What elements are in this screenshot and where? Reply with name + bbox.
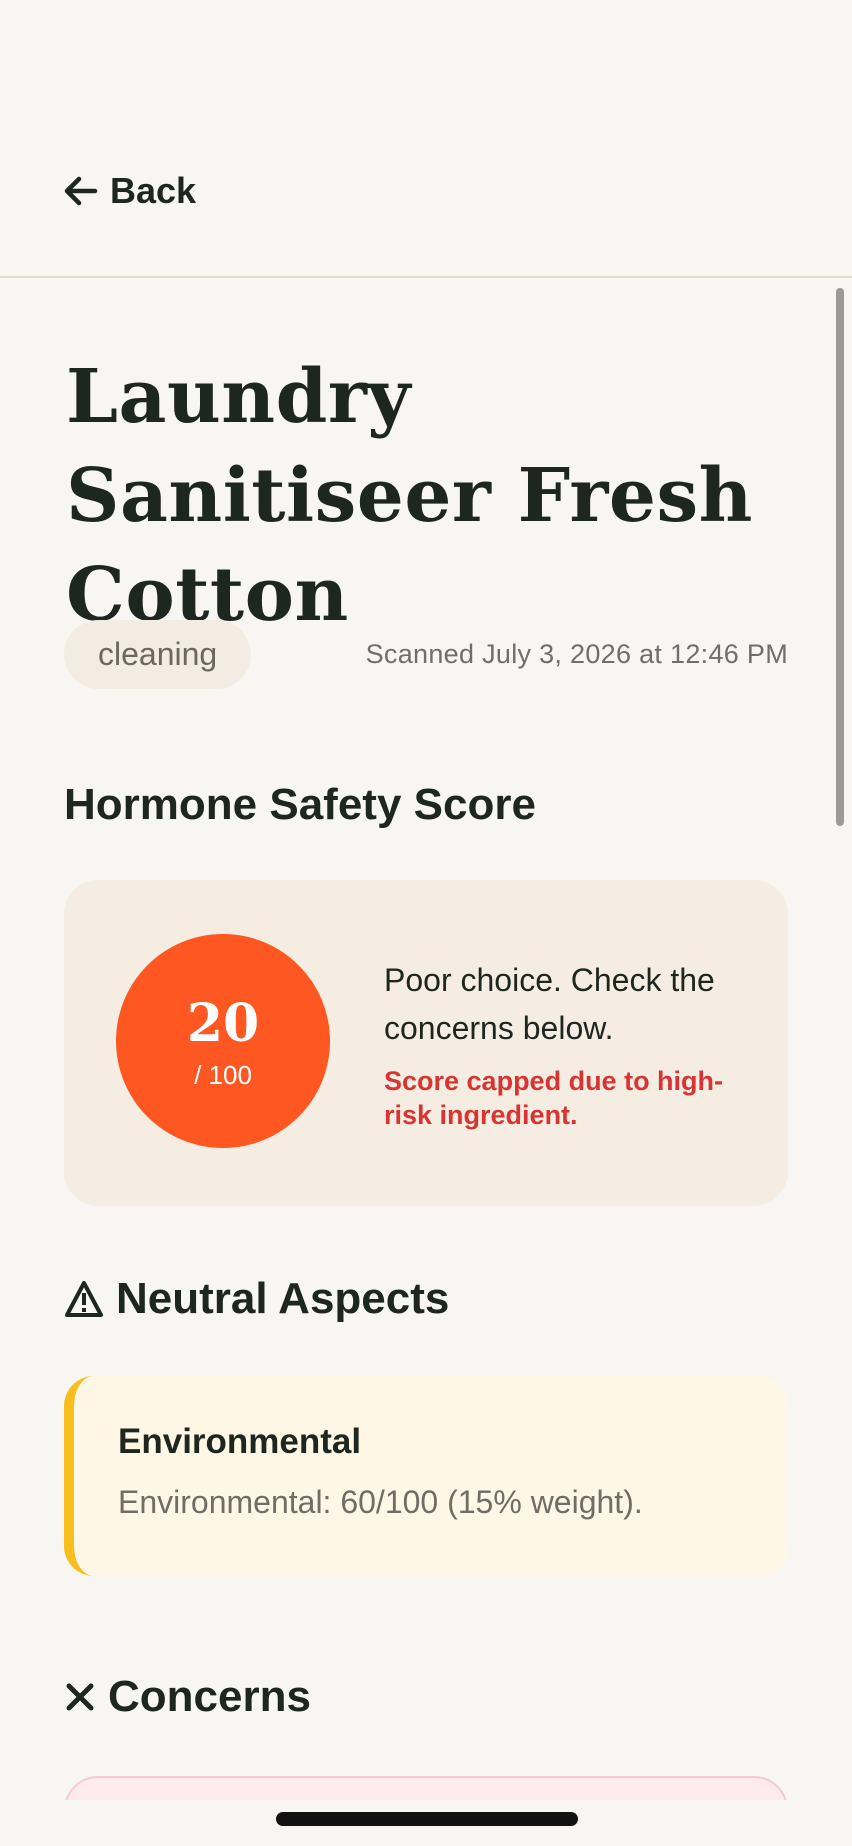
scroll-content[interactable]: Laundry Sanitiseer Fresh Cotton cleaning… [0,280,852,1800]
score-value: 20 [186,993,260,1054]
top-bar: Back [0,0,852,278]
score-heading: Hormone Safety Score [64,780,536,830]
neutral-aspects-label: Neutral Aspects [116,1274,450,1323]
aspect-description: Environmental: 60/100 (15% weight). [118,1484,643,1520]
score-max: / 100 [194,1060,252,1090]
category-badge: cleaning [64,620,252,689]
concerns-heading: Concerns [64,1672,311,1722]
back-label: Back [110,170,197,211]
aspect-title: Environmental [118,1422,362,1461]
scrollbar[interactable] [836,288,844,826]
home-indicator[interactable] [276,1812,578,1826]
neutral-aspects-heading: Neutral Aspects [64,1274,449,1324]
arrow-left-icon [64,176,98,206]
score-circle: 20 / 100 [116,934,330,1148]
concerns-label: Concerns [108,1672,311,1721]
score-warning: Score capped due to high-risk ingredient… [384,1066,724,1130]
back-button[interactable]: Back [64,170,196,212]
product-meta: cleaning Scanned July 3, 2026 at 12:46 P… [64,620,788,689]
x-icon [66,1683,94,1711]
concern-card [64,1776,788,1800]
score-summary: Poor choice. Check the concerns below. S… [384,956,764,1132]
score-message: Poor choice. Check the concerns below. [384,962,715,1046]
scan-timestamp: Scanned July 3, 2026 at 12:46 PM [365,639,788,669]
product-title: Laundry Sanitiseer Fresh Cotton [66,354,753,638]
warning-triangle-icon [65,1281,103,1317]
aspect-card-environmental: Environmental Environmental: 60/100 (15%… [64,1376,788,1576]
score-heading-label: Hormone Safety Score [64,780,536,829]
score-card: 20 / 100 Poor choice. Check the concerns… [64,880,788,1206]
